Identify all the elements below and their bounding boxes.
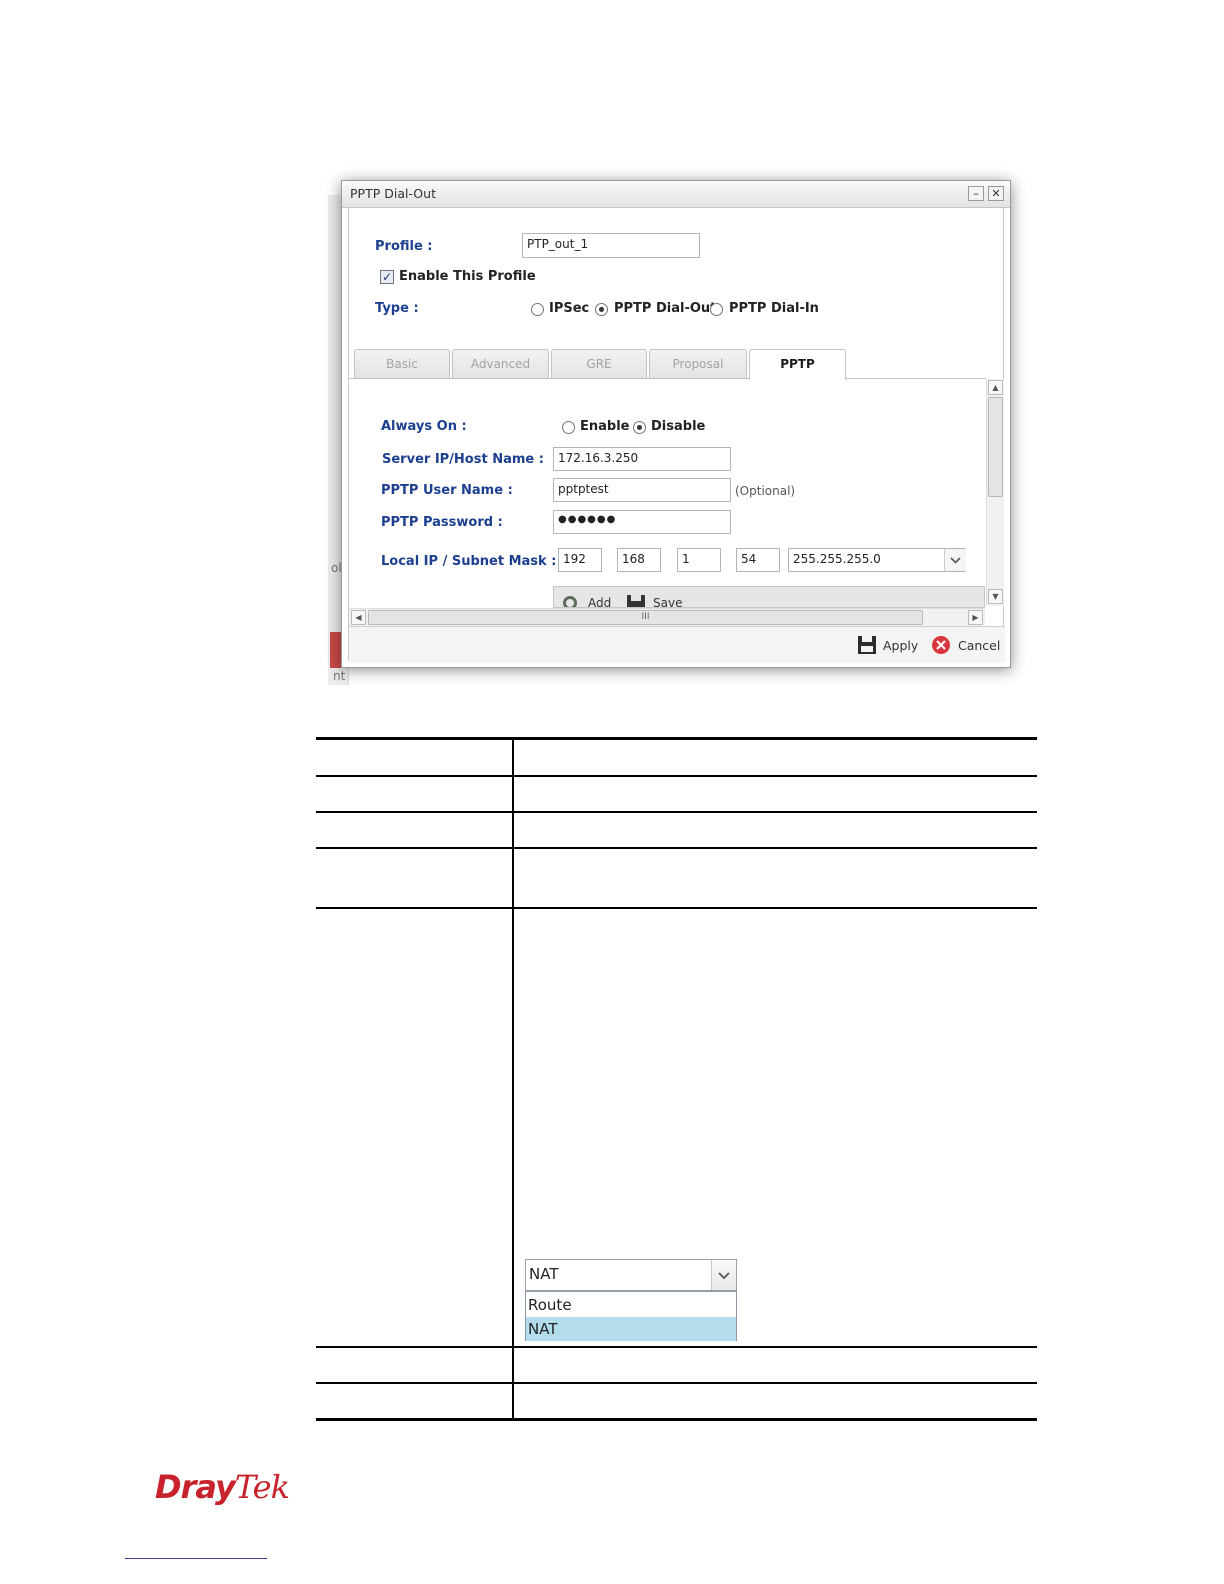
mode-select-arrow[interactable] (711, 1260, 736, 1290)
always-on-enable-radio[interactable] (562, 421, 575, 434)
tab-proposal[interactable]: Proposal (649, 349, 747, 379)
table-row-rule (316, 907, 1037, 909)
chevron-down-icon (950, 557, 961, 564)
subnet-mask-select[interactable]: 255.255.255.0 (788, 548, 966, 572)
minimize-button[interactable]: – (968, 186, 984, 201)
add-button[interactable]: Add (588, 596, 611, 607)
mode-option-nat[interactable]: NAT (526, 1317, 736, 1341)
logo-text-dray: Dray (155, 1468, 236, 1506)
cancel-button[interactable]: Cancel (958, 638, 1000, 653)
scroll-left-button[interactable]: ◀ (351, 610, 366, 625)
chevron-down-icon (718, 1272, 730, 1280)
save-button[interactable]: Save (653, 596, 682, 607)
tab-gre[interactable]: GRE (551, 349, 647, 379)
local-ip-octet-4[interactable]: 54 (736, 548, 780, 572)
footer-link-rule (125, 1558, 267, 1559)
save-icon (627, 595, 645, 607)
vertical-scrollbar[interactable]: ▲ ▼ (986, 379, 1004, 606)
table-column-divider (512, 738, 514, 1420)
enable-profile-label: Enable This Profile (399, 269, 536, 284)
scroll-right-button[interactable]: ▶ (968, 610, 983, 625)
logo-text-tek: Tek (234, 1468, 290, 1506)
dialog-titlebar[interactable]: PPTP Dial-Out – ✕ (342, 181, 1010, 208)
local-ip-octet-1[interactable]: 192 (558, 548, 602, 572)
type-pptp-dialout-label: PPTP Dial-Out (614, 301, 717, 316)
type-ipsec-radio[interactable] (531, 303, 544, 316)
table-bottom-rule (316, 1418, 1037, 1421)
apply-button[interactable]: Apply (883, 638, 918, 653)
vertical-scroll-thumb[interactable] (988, 397, 1003, 497)
tab-divider (846, 378, 986, 379)
add-icon (563, 596, 577, 607)
table-row-rule (316, 811, 1037, 813)
type-pptp-dialin-radio[interactable] (710, 303, 723, 316)
subnet-mask-value: 255.255.255.0 (793, 552, 881, 566)
local-ip-octet-3[interactable]: 1 (677, 548, 721, 572)
table-row-rule (316, 775, 1037, 777)
background-text-fragment: nt (333, 669, 346, 683)
dialog-title: PPTP Dial-Out (350, 186, 436, 201)
local-ip-octet-2[interactable]: 168 (617, 548, 661, 572)
tab-divider (349, 378, 749, 379)
table-row-rule (316, 1346, 1037, 1348)
always-on-disable-radio[interactable] (633, 421, 646, 434)
enable-profile-checkbox[interactable]: ✓ (380, 270, 394, 284)
optional-hint: (Optional) (735, 484, 796, 498)
subnet-mask-dropdown-button[interactable] (944, 549, 966, 571)
list-toolbar: Add Save (553, 586, 985, 608)
pptp-password-input[interactable]: ●●●●●● (553, 510, 731, 534)
always-on-disable-label: Disable (651, 419, 706, 434)
profile-label: Profile : (375, 239, 433, 254)
cancel-icon (932, 636, 950, 654)
table-row-rule (316, 847, 1037, 849)
always-on-label: Always On : (381, 419, 467, 434)
type-ipsec-label: IPSec (549, 301, 590, 316)
save-icon (858, 636, 876, 654)
draytek-logo: DrayTek (155, 1468, 290, 1506)
tab-basic[interactable]: Basic (354, 349, 450, 379)
mode-select-value: NAT (529, 1265, 559, 1283)
server-host-input[interactable]: 172.16.3.250 (553, 447, 731, 471)
table-row-rule (316, 1382, 1037, 1384)
server-host-label: Server IP/Host Name : (382, 452, 544, 467)
scroll-grip: III (641, 612, 650, 622)
profile-input[interactable]: PTP_out_1 (522, 233, 700, 258)
pptp-user-input[interactable]: pptptest (553, 478, 731, 502)
type-label: Type : (375, 301, 419, 316)
pptp-password-label: PPTP Password : (381, 515, 503, 530)
mode-options-list: Route NAT (525, 1291, 737, 1341)
horizontal-scroll-thumb[interactable]: III (368, 610, 923, 625)
tab-advanced[interactable]: Advanced (452, 349, 549, 379)
mode-option-route[interactable]: Route (526, 1293, 736, 1317)
mode-select[interactable]: NAT (525, 1259, 737, 1291)
horizontal-scrollbar[interactable]: ◀ III ▶ (349, 608, 985, 626)
scroll-up-button[interactable]: ▲ (988, 380, 1003, 395)
type-pptp-dialout-radio[interactable] (595, 303, 608, 316)
pptp-user-label: PPTP User Name : (381, 483, 513, 498)
always-on-enable-label: Enable (580, 419, 630, 434)
tab-pptp[interactable]: PPTP (749, 349, 846, 380)
table-top-rule (316, 737, 1037, 740)
close-button[interactable]: ✕ (988, 186, 1004, 201)
local-ip-label: Local IP / Subnet Mask : (381, 554, 557, 569)
type-pptp-dialin-label: PPTP Dial-In (729, 301, 819, 316)
scroll-down-button[interactable]: ▼ (988, 589, 1003, 604)
